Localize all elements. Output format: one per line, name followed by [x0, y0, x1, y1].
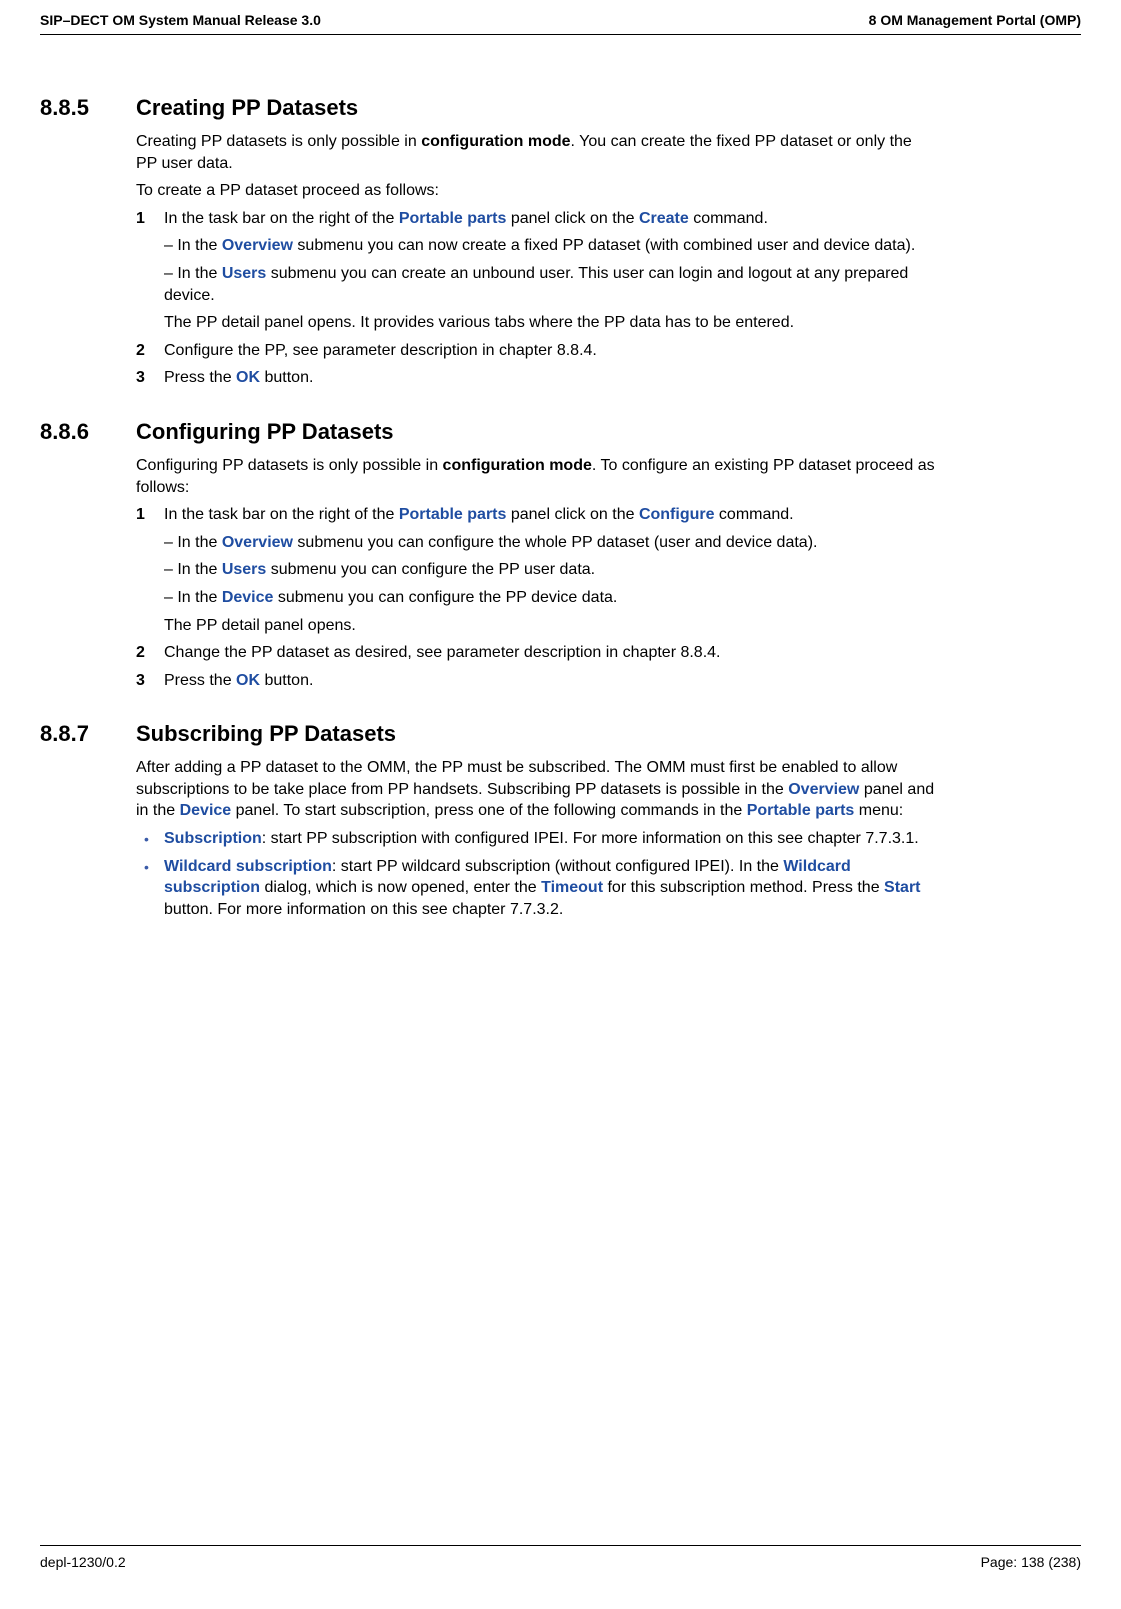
- step-number: 2: [136, 642, 145, 664]
- keyword: Start: [884, 879, 920, 896]
- keyword: Users: [222, 265, 266, 282]
- header-right: 8 OM Management Portal (OMP): [869, 12, 1081, 28]
- list-item: Wildcard subscription: start PP wildcard…: [136, 856, 936, 921]
- section-number: 8.8.7: [40, 721, 136, 747]
- step-number: 3: [136, 670, 145, 692]
- list-item: 2 Configure the PP, see parameter descri…: [136, 340, 936, 362]
- step-number: 1: [136, 208, 145, 230]
- section-885-heading: 8.8.5 Creating PP Datasets: [40, 95, 1081, 121]
- keyword: Create: [639, 210, 689, 227]
- keyword: Configure: [639, 506, 715, 523]
- section-title: Configuring PP Datasets: [136, 419, 394, 445]
- page-footer: depl-1230/0.2 Page: 138 (238): [40, 1545, 1081, 1590]
- sub-item: – In the Users submenu you can configure…: [164, 559, 936, 581]
- step-number: 1: [136, 504, 145, 526]
- keyword: Portable parts: [399, 506, 507, 523]
- section-number: 8.8.6: [40, 419, 136, 445]
- keyword: Overview: [222, 237, 293, 254]
- list-item: 1 In the task bar on the right of the Po…: [136, 208, 936, 334]
- section-886-heading: 8.8.6 Configuring PP Datasets: [40, 419, 1081, 445]
- keyword: Overview: [222, 534, 293, 551]
- step-number: 3: [136, 367, 145, 389]
- section-886-body: Configuring PP datasets is only possible…: [136, 455, 936, 691]
- list-item: Subscription: start PP subscription with…: [136, 828, 936, 850]
- sub-item: – In the Users submenu you can create an…: [164, 263, 936, 306]
- list-item: 1 In the task bar on the right of the Po…: [136, 504, 936, 636]
- sub-item: – In the Overview submenu you can now cr…: [164, 235, 936, 257]
- footer-right: Page: 138 (238): [981, 1554, 1081, 1570]
- list-item: 2 Change the PP dataset as desired, see …: [136, 642, 936, 664]
- section-887-body: After adding a PP dataset to the OMM, th…: [136, 757, 936, 920]
- paragraph: After adding a PP dataset to the OMM, th…: [136, 757, 936, 822]
- sub-item: – In the Device submenu you can configur…: [164, 587, 936, 609]
- keyword: OK: [236, 369, 260, 386]
- section-title: Subscribing PP Datasets: [136, 721, 396, 747]
- keyword: Device: [222, 589, 274, 606]
- footer-left: depl-1230/0.2: [40, 1554, 126, 1570]
- page-content: 8.8.5 Creating PP Datasets Creating PP d…: [40, 35, 1081, 1545]
- section-887-heading: 8.8.7 Subscribing PP Datasets: [40, 721, 1081, 747]
- ordered-list: 1 In the task bar on the right of the Po…: [136, 208, 936, 389]
- keyword: Overview: [788, 781, 859, 798]
- keyword: Portable parts: [399, 210, 507, 227]
- list-item: 3 Press the OK button.: [136, 670, 936, 692]
- sub-item: The PP detail panel opens. It provides v…: [164, 312, 936, 334]
- sub-item: The PP detail panel opens.: [164, 615, 936, 637]
- bullet-list: Subscription: start PP subscription with…: [136, 828, 936, 920]
- header-left: SIP–DECT OM System Manual Release 3.0: [40, 12, 321, 28]
- keyword: Subscription: [164, 830, 262, 847]
- keyword: Wildcard subscription: [164, 858, 332, 875]
- paragraph: Creating PP datasets is only possible in…: [136, 131, 936, 174]
- paragraph: To create a PP dataset proceed as follow…: [136, 180, 936, 202]
- keyword: OK: [236, 672, 260, 689]
- paragraph: Configuring PP datasets is only possible…: [136, 455, 936, 498]
- keyword: Device: [180, 802, 232, 819]
- keyword: Timeout: [541, 879, 603, 896]
- sub-item: – In the Overview submenu you can config…: [164, 532, 936, 554]
- ordered-list: 1 In the task bar on the right of the Po…: [136, 504, 936, 691]
- keyword: Portable parts: [747, 802, 855, 819]
- section-number: 8.8.5: [40, 95, 136, 121]
- step-number: 2: [136, 340, 145, 362]
- page-header: SIP–DECT OM System Manual Release 3.0 8 …: [40, 0, 1081, 35]
- section-title: Creating PP Datasets: [136, 95, 358, 121]
- section-885-body: Creating PP datasets is only possible in…: [136, 131, 936, 389]
- keyword: Users: [222, 561, 266, 578]
- list-item: 3 Press the OK button.: [136, 367, 936, 389]
